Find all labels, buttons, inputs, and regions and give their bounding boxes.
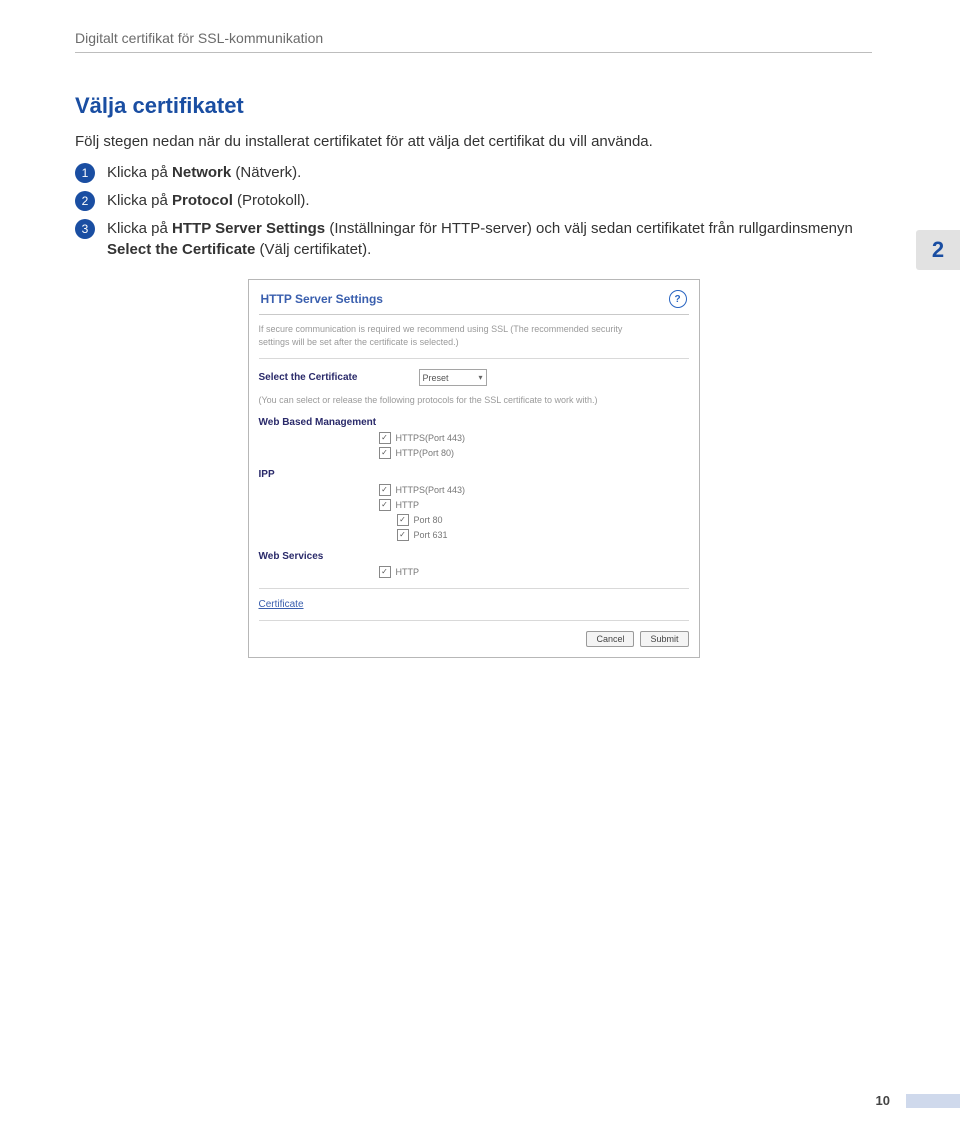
settings-panel: HTTP Server Settings ? If secure communi… — [248, 279, 700, 658]
wbm-https-text: HTTPS(Port 443) — [396, 433, 466, 443]
page-number: 10 — [876, 1093, 890, 1108]
ipp-http-option[interactable]: ✓ HTTP — [379, 499, 689, 511]
step-3-number: 3 — [75, 219, 95, 239]
page-accent-bar — [906, 1094, 960, 1108]
panel-note-2: (You can select or release the following… — [259, 394, 689, 407]
ipp-port80-option[interactable]: ✓ Port 80 — [379, 514, 689, 526]
step-2-pre: Klicka på — [107, 192, 172, 209]
panel-note-1: If secure communication is required we r… — [259, 323, 689, 348]
checkbox-icon: ✓ — [379, 499, 391, 511]
step-3-mid: (Inställningar för HTTP-server) och välj… — [325, 220, 853, 237]
step-1-post: (Nätverk). — [231, 164, 301, 181]
intro-text: Följ stegen nedan när du installerat cer… — [75, 133, 872, 150]
step-2-post: (Protokoll). — [233, 192, 310, 209]
checkbox-icon: ✓ — [397, 514, 409, 526]
step-1-bold: Network — [172, 164, 231, 181]
step-3-pre: Klicka på — [107, 220, 172, 237]
step-2-text: Klicka på Protocol (Protokoll). — [107, 190, 310, 212]
step-2-bold: Protocol — [172, 192, 233, 209]
chevron-down-icon: ▾ — [478, 373, 482, 382]
wbm-http-option[interactable]: ✓ HTTP(Port 80) — [379, 447, 689, 459]
step-3-bold: HTTP Server Settings — [172, 220, 325, 237]
ipp-port631-option[interactable]: ✓ Port 631 — [379, 529, 689, 541]
step-1-pre: Klicka på — [107, 164, 172, 181]
section-title: Välja certifikatet — [75, 93, 872, 119]
submit-button[interactable]: Submit — [640, 631, 688, 647]
cancel-button[interactable]: Cancel — [586, 631, 634, 647]
step-3-post: (Välj certifikatet). — [255, 241, 371, 258]
step-2: 2 Klicka på Protocol (Protokoll). — [75, 190, 872, 212]
panel-note-1b: settings will be set after the certifica… — [259, 337, 459, 347]
step-3-text: Klicka på HTTP Server Settings (Inställn… — [107, 218, 872, 262]
checkbox-icon: ✓ — [379, 566, 391, 578]
web-based-management-label: Web Based Management — [259, 417, 689, 428]
ipp-https-text: HTTPS(Port 443) — [396, 485, 466, 495]
step-2-number: 2 — [75, 191, 95, 211]
select-certificate-value: Preset — [423, 373, 449, 383]
panel-title: HTTP Server Settings — [261, 292, 383, 306]
help-icon[interactable]: ? — [669, 290, 687, 308]
checkbox-icon: ✓ — [379, 432, 391, 444]
certificate-link[interactable]: Certificate — [259, 599, 689, 610]
step-1-text: Klicka på Network (Nätverk). — [107, 162, 301, 184]
ws-http-option[interactable]: ✓ HTTP — [379, 566, 689, 578]
panel-note-1a: If secure communication is required we r… — [259, 324, 623, 334]
ipp-https-option[interactable]: ✓ HTTPS(Port 443) — [379, 484, 689, 496]
ipp-http-text: HTTP — [396, 500, 420, 510]
select-certificate-dropdown[interactable]: Preset ▾ — [419, 369, 487, 386]
ipp-port80-text: Port 80 — [414, 515, 443, 525]
select-certificate-label: Select the Certificate — [259, 372, 419, 383]
checkbox-icon: ✓ — [379, 447, 391, 459]
checkbox-icon: ✓ — [379, 484, 391, 496]
document-header: Digitalt certifikat för SSL-kommunikatio… — [75, 30, 872, 53]
step-1: 1 Klicka på Network (Nätverk). — [75, 162, 872, 184]
ipp-port631-text: Port 631 — [414, 530, 448, 540]
wbm-http-text: HTTP(Port 80) — [396, 448, 455, 458]
select-certificate-row: Select the Certificate Preset ▾ — [259, 369, 689, 386]
web-services-label: Web Services — [259, 551, 689, 562]
checkbox-icon: ✓ — [397, 529, 409, 541]
step-3-bold2: Select the Certificate — [107, 241, 255, 258]
wbm-https-option[interactable]: ✓ HTTPS(Port 443) — [379, 432, 689, 444]
ws-http-text: HTTP — [396, 567, 420, 577]
chapter-tab: 2 — [916, 230, 960, 270]
step-3: 3 Klicka på HTTP Server Settings (Instäl… — [75, 218, 872, 262]
step-1-number: 1 — [75, 163, 95, 183]
ipp-label: IPP — [259, 469, 689, 480]
